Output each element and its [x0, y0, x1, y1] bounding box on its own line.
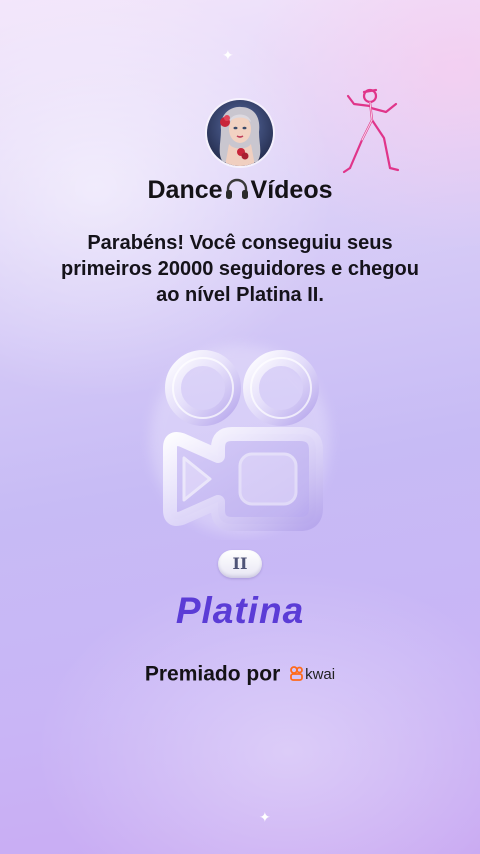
tier-name: Platina — [175, 590, 305, 631]
dancer-sticker — [340, 84, 410, 180]
headphones-icon — [224, 176, 250, 202]
kwai-brand-text: kwai — [305, 665, 336, 683]
username-part1: Dance — [147, 176, 223, 204]
kwai-logo: kwai — [290, 666, 335, 683]
level-badge: II — [218, 550, 262, 578]
kwai-logo-icon — [290, 666, 303, 681]
awarded-by-label: Premiado por — [144, 662, 281, 686]
sparkle-decoration: ✦ — [259, 809, 271, 825]
avatar — [207, 100, 273, 166]
username-part2: Vídeos — [250, 176, 333, 204]
kwai-camera-badge-icon — [140, 330, 340, 540]
congrats-message: Parabéns! Você conseguiu seus primeiros … — [61, 232, 419, 306]
awarded-by: Premiado por kwai — [0, 662, 480, 686]
username: Dance Vídeos — [0, 176, 480, 205]
sparkle-decoration: ✦ — [222, 47, 234, 63]
